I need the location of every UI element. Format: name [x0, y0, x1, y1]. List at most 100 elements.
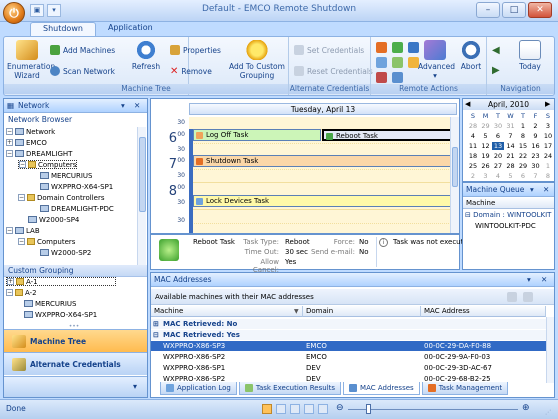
calendar-day[interactable]: 8: [542, 172, 554, 180]
tab-application-log[interactable]: Application Log: [160, 382, 237, 395]
calendar-day[interactable]: 22: [517, 152, 529, 160]
collapse-icon[interactable]: ⊟: [153, 330, 159, 340]
tree-node[interactable]: − Computers: [18, 237, 75, 246]
day-view-icon[interactable]: [262, 404, 272, 414]
calendar-day[interactable]: 2: [467, 172, 479, 180]
tab-task-execution-results[interactable]: Task Execution Results: [238, 382, 342, 395]
day-header[interactable]: Tuesday, April 13: [189, 103, 457, 115]
calendar-day[interactable]: 26: [480, 162, 492, 170]
calendar-day[interactable]: 19: [480, 152, 492, 160]
advanced-button[interactable]: Advanced ▾: [418, 40, 455, 80]
machine-column-header[interactable]: Machine: [151, 306, 303, 317]
mac-table-row[interactable]: WXPPRO-X86-SP1 DEV 00-0C-29-3D-AC-67: [151, 363, 554, 373]
appointment-log-off[interactable]: Log Off Task: [193, 129, 321, 141]
timeline-view-icon[interactable]: [318, 404, 328, 414]
calendar-day[interactable]: 5: [505, 172, 517, 180]
mac-column-header[interactable]: MAC Address: [421, 306, 546, 317]
calendar-day[interactable]: 28: [505, 162, 517, 170]
calendar-day[interactable]: 23: [530, 152, 542, 160]
abort-button[interactable]: Abort: [459, 40, 483, 71]
next-month-icon[interactable]: ▶: [545, 99, 550, 110]
calendar-day[interactable]: 29: [517, 162, 529, 170]
calendar-day[interactable]: 18: [467, 152, 479, 160]
tab-mac-addresses[interactable]: MAC Addresses: [343, 382, 420, 395]
calendar-day[interactable]: 12: [480, 142, 492, 150]
filter-icon[interactable]: ▼: [294, 308, 299, 315]
reboot-action-icon[interactable]: [392, 42, 403, 53]
group-row[interactable]: ⊟ MAC Retrieved: Yes: [151, 330, 554, 340]
tree-node-selected[interactable]: − Computers: [18, 160, 78, 169]
tree-node-selected[interactable]: + A-1: [6, 277, 116, 286]
tree-node[interactable]: + EMCO: [6, 138, 47, 147]
calendar-day[interactable]: 21: [505, 152, 517, 160]
scan-network-button[interactable]: Scan Network: [50, 66, 115, 76]
calendar-day[interactable]: 20: [492, 152, 504, 160]
calendar-day[interactable]: 7: [530, 172, 542, 180]
tree-node[interactable]: − Domain Controllers: [18, 193, 104, 202]
tree-node[interactable]: MERCURIUS: [40, 171, 92, 180]
mac-table-scrollbar[interactable]: [546, 317, 554, 383]
mac-table-row[interactable]: WXPPRO-X86-SP3 EMCO 00-0C-29-DA-F0-88: [151, 341, 554, 351]
maximize-button[interactable]: □: [502, 2, 526, 18]
calendar-day[interactable]: 7: [505, 132, 517, 140]
close-icon[interactable]: ✕: [543, 183, 549, 197]
calendar-day[interactable]: 3: [480, 172, 492, 180]
queue-item[interactable]: WINTOOLKIT-PDC: [475, 222, 536, 230]
refresh-button[interactable]: Refresh: [130, 40, 162, 71]
enumeration-wizard-button[interactable]: Enumeration Wizard: [7, 40, 55, 80]
chevron-down-icon[interactable]: ▾: [133, 382, 137, 391]
group-row[interactable]: ⊞ MAC Retrieved: No: [151, 319, 554, 329]
mac-table-row[interactable]: WXPPRO-X86-SP2 EMCO 00-0C-29-9A-F0-03: [151, 352, 554, 362]
queue-group-row[interactable]: ⊟ Domain : WINTOOLKIT: [465, 211, 551, 219]
appointment-shutdown[interactable]: Shutdown Task: [193, 155, 455, 167]
standby-action-icon[interactable]: [392, 72, 403, 83]
collapse-icon[interactable]: ⊟: [465, 211, 471, 219]
remove-button[interactable]: ✕ Remove: [170, 66, 212, 77]
previous-month-icon[interactable]: ◀: [465, 99, 470, 110]
calendar-day[interactable]: 1: [517, 122, 529, 130]
tree-node[interactable]: WXPPRO-X64-SP1: [24, 310, 97, 319]
calendar-day[interactable]: 31: [505, 122, 517, 130]
zoom-in-icon[interactable]: ⊕: [522, 403, 530, 413]
lock-action-icon[interactable]: [376, 57, 387, 68]
tree-node[interactable]: − A-2: [6, 288, 37, 297]
zoom-slider-track[interactable]: [348, 409, 518, 410]
calendar-day[interactable]: 16: [530, 142, 542, 150]
tree-node[interactable]: − LAB: [6, 226, 40, 235]
machine-column-header[interactable]: Machine: [463, 198, 554, 209]
minimize-button[interactable]: –: [476, 2, 500, 18]
calendar-day[interactable]: 1: [542, 162, 554, 170]
tree-node[interactable]: DREAMLIGHT-PDC: [40, 204, 114, 213]
tab-task-management[interactable]: Task Management: [421, 382, 509, 395]
close-icon[interactable]: ✕: [541, 273, 547, 287]
calendar-day[interactable]: 27: [492, 162, 504, 170]
get-mac-icon[interactable]: [507, 292, 517, 302]
tab-shutdown[interactable]: Shutdown: [30, 22, 96, 37]
calendar-day[interactable]: 6: [517, 172, 529, 180]
reset-credentials-button[interactable]: Reset Credentials: [294, 66, 373, 76]
previous-icon[interactable]: ◀: [492, 45, 500, 56]
close-icon[interactable]: ✕: [134, 99, 140, 113]
calendar-day[interactable]: 9: [530, 132, 542, 140]
power-off-action-icon[interactable]: [376, 72, 387, 83]
appointment-reboot[interactable]: Reboot Task: [322, 129, 455, 141]
add-machines-button[interactable]: Add Machines: [50, 45, 115, 55]
tab-application[interactable]: Application: [96, 22, 165, 37]
calendar-day[interactable]: 3: [542, 122, 554, 130]
scheduler-scrollbar[interactable]: [450, 117, 459, 233]
domain-column-header[interactable]: Domain: [303, 306, 421, 317]
tree-node[interactable]: W2000-SP4: [28, 215, 79, 224]
properties-button[interactable]: Properties: [170, 45, 221, 55]
calendar-day[interactable]: 10: [542, 132, 554, 140]
tree-scrollbar[interactable]: [137, 127, 146, 265]
wake-action-icon[interactable]: [392, 57, 403, 68]
calendar-day[interactable]: 8: [517, 132, 529, 140]
week-view-icon[interactable]: [290, 404, 300, 414]
refresh-icon[interactable]: [523, 292, 533, 302]
resize-grip-icon[interactable]: ⋰: [545, 409, 551, 416]
machine-tree-nav-button[interactable]: Machine Tree: [4, 329, 147, 352]
calendar-day[interactable]: 13: [492, 142, 504, 150]
today-button[interactable]: Today: [509, 40, 551, 71]
appointment-lock-devices[interactable]: Lock Devices Task: [193, 195, 455, 207]
calendar-day[interactable]: 6: [492, 132, 504, 140]
